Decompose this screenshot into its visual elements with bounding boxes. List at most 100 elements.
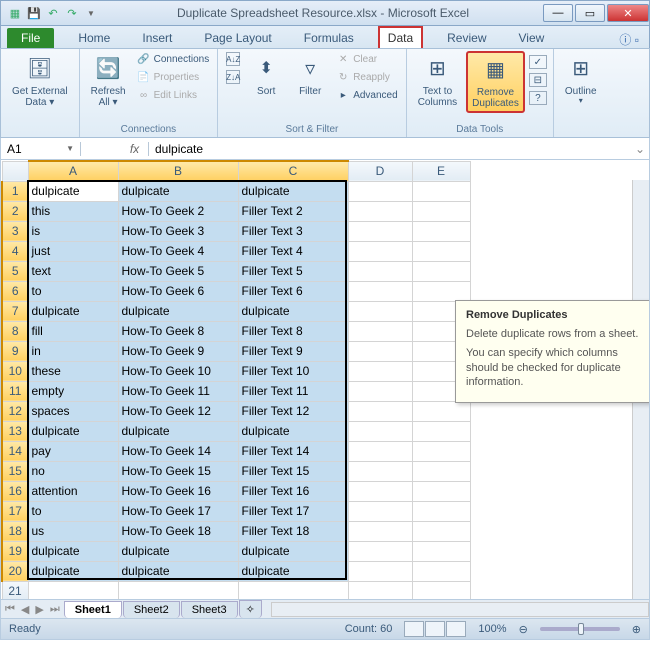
row-header[interactable]: 3 [2,221,28,241]
cell[interactable] [348,461,412,481]
next-sheet-icon[interactable]: ▶ [35,603,43,616]
col-header-B[interactable]: B [118,161,238,181]
cell[interactable]: Filler Text 11 [238,381,348,401]
row-header[interactable]: 9 [2,341,28,361]
cell[interactable] [412,581,470,600]
cell[interactable]: Filler Text 12 [238,401,348,421]
tab-page-layout[interactable]: Page Layout [196,28,279,48]
cell[interactable]: is [28,221,118,241]
sheet-tab-2[interactable]: Sheet2 [123,601,180,618]
tab-view[interactable]: View [511,28,553,48]
cell[interactable]: no [28,461,118,481]
cell[interactable]: dulpicate [238,421,348,441]
cell[interactable]: text [28,261,118,281]
cell[interactable]: Filler Text 9 [238,341,348,361]
tab-review[interactable]: Review [439,28,494,48]
cell[interactable] [348,181,412,201]
cell[interactable]: Filler Text 14 [238,441,348,461]
cell[interactable] [348,341,412,361]
dropdown-icon[interactable]: ▼ [66,144,74,153]
fx-icon[interactable]: fx [121,142,149,156]
cell[interactable] [348,501,412,521]
cell[interactable]: dulpicate [28,541,118,561]
cell[interactable]: How-To Geek 10 [118,361,238,381]
cell[interactable] [348,401,412,421]
get-external-data-button[interactable]: 🗄 Get External Data ▾ [7,51,73,111]
row-header[interactable]: 1 [2,181,28,201]
row-header[interactable]: 2 [2,201,28,221]
data-validation-icon[interactable]: ✓ [529,55,547,69]
cell[interactable] [412,241,470,261]
cell[interactable]: these [28,361,118,381]
cell[interactable] [412,561,470,581]
prev-sheet-icon[interactable]: ◀ [21,603,29,616]
cell[interactable]: Filler Text 10 [238,361,348,381]
cell[interactable]: dulpicate [118,561,238,581]
cell[interactable] [348,221,412,241]
cell[interactable] [348,261,412,281]
row-header[interactable]: 13 [2,421,28,441]
remove-duplicates-button[interactable]: ▦ Remove Duplicates [466,51,525,113]
row-header[interactable]: 12 [2,401,28,421]
cell[interactable]: dulpicate [28,181,118,201]
cell[interactable] [348,361,412,381]
close-button[interactable]: ✕ [607,4,649,22]
cell[interactable]: dulpicate [238,301,348,321]
row-header[interactable]: 17 [2,501,28,521]
cell[interactable]: How-To Geek 2 [118,201,238,221]
cell[interactable] [118,581,238,600]
cell[interactable]: Filler Text 3 [238,221,348,241]
cell[interactable]: dulpicate [238,181,348,201]
cell[interactable]: just [28,241,118,261]
tab-insert[interactable]: Insert [134,28,180,48]
cell[interactable]: Filler Text 16 [238,481,348,501]
sheet-tab-1[interactable]: Sheet1 [64,601,122,618]
cell[interactable] [348,201,412,221]
cell[interactable]: How-To Geek 8 [118,321,238,341]
row-header[interactable]: 21 [2,581,28,600]
cell[interactable]: dulpicate [118,541,238,561]
cell[interactable]: How-To Geek 15 [118,461,238,481]
properties-button[interactable]: 📄Properties [135,69,212,85]
cell[interactable]: empty [28,381,118,401]
row-header[interactable]: 5 [2,261,28,281]
sort-az-button[interactable]: A↓Z [224,51,242,67]
row-header[interactable]: 4 [2,241,28,261]
filter-button[interactable]: ▿ Filter [290,51,330,100]
cell[interactable] [348,301,412,321]
cell[interactable]: How-To Geek 12 [118,401,238,421]
new-sheet-button[interactable]: ✧ [239,600,262,618]
cell[interactable] [28,581,118,600]
cell[interactable] [412,401,470,421]
row-header[interactable]: 18 [2,521,28,541]
spreadsheet-grid[interactable]: ABCDE1dulpicatedulpicatedulpicate2thisHo… [0,160,650,600]
cell[interactable]: us [28,521,118,541]
sheet-nav[interactable]: ⏮ ◀ ▶ ⏭ [1,603,64,616]
cell[interactable]: How-To Geek 18 [118,521,238,541]
first-sheet-icon[interactable]: ⏮ [5,603,15,616]
row-header[interactable]: 6 [2,281,28,301]
row-header[interactable]: 8 [2,321,28,341]
cell[interactable] [348,581,412,600]
reapply-button[interactable]: ↻Reapply [334,69,399,85]
tab-data[interactable]: Data [378,26,423,48]
cell[interactable] [348,561,412,581]
refresh-all-button[interactable]: 🔄 Refresh All ▾ [86,51,131,111]
cell[interactable]: dulpicate [28,421,118,441]
cell[interactable] [412,221,470,241]
cell[interactable] [412,421,470,441]
clear-button[interactable]: ✕Clear [334,51,399,67]
cell[interactable]: this [28,201,118,221]
cell[interactable] [348,441,412,461]
row-header[interactable]: 19 [2,541,28,561]
sort-za-button[interactable]: Z↓A [224,69,242,85]
cell[interactable] [412,501,470,521]
cell[interactable] [348,321,412,341]
cell[interactable] [412,281,470,301]
connections-button[interactable]: 🔗Connections [135,51,212,67]
cell[interactable]: Filler Text 17 [238,501,348,521]
advanced-button[interactable]: ▸Advanced [334,87,399,103]
page-break-view-button[interactable] [446,621,466,637]
tab-home[interactable]: Home [70,28,118,48]
row-header[interactable]: 7 [2,301,28,321]
